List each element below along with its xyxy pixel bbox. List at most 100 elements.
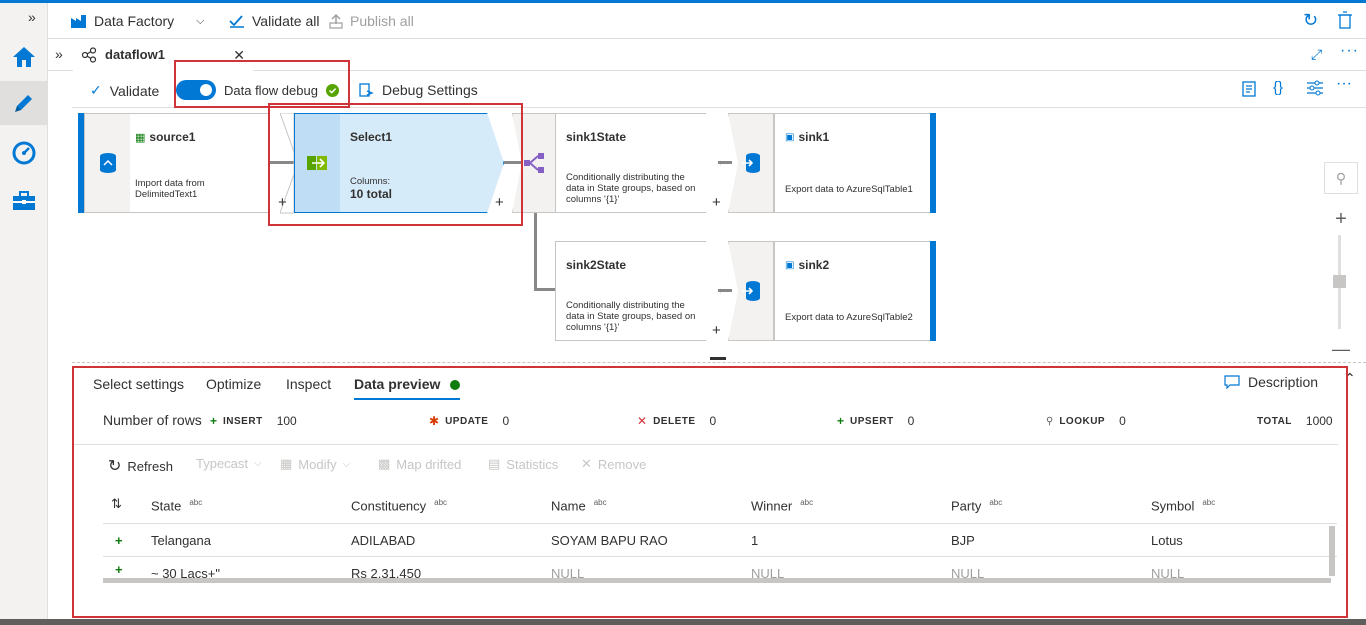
properties-icon[interactable]	[1306, 80, 1324, 99]
add-transform-icon[interactable]: +	[495, 194, 504, 211]
settings-panel: Select settings Optimize Inspect Data pr…	[72, 364, 1366, 625]
refresh-button[interactable]: ↻ Refresh	[108, 456, 173, 476]
node-columns-value: 10 total	[350, 187, 393, 201]
column-header-state[interactable]: State abc	[151, 498, 202, 513]
node-sink2state[interactable]: sink2State Conditionally distributing th…	[555, 241, 721, 341]
stat-delete: ✕ DELETE 0	[637, 414, 717, 428]
stat-update: ✱ UPDATE 0	[429, 414, 510, 428]
splitter-handle[interactable]	[710, 357, 726, 360]
debug-label: Data flow debug	[224, 82, 318, 98]
sort-arrows-icon[interactable]: ⇅	[111, 496, 122, 512]
nav-author[interactable]	[0, 81, 48, 125]
panel-splitter[interactable]	[72, 362, 1366, 363]
sink1-right-edge	[930, 113, 936, 213]
node-sink1state[interactable]: sink1State Conditionally distributing th…	[555, 113, 721, 213]
more-commands-icon[interactable]: ···	[1336, 75, 1352, 93]
close-icon[interactable]: ✕	[233, 47, 245, 64]
tab-data-preview[interactable]: Data preview	[354, 376, 461, 400]
node-description: Export data to AzureSqlTable2	[785, 312, 913, 323]
table-row[interactable]: + Telangana ADILABAD SOYAM BAPU RAO 1 BJ…	[103, 525, 1337, 557]
validate-all-label: Validate all	[252, 13, 320, 29]
node-sink1[interactable]: ▣ sink1 Export data to AzureSqlTable1	[774, 113, 934, 213]
sink-database-icon	[742, 281, 760, 301]
tab-optimize[interactable]: Optimize	[206, 376, 261, 392]
collapse-panel-icon[interactable]: »	[55, 46, 63, 62]
typecast-button[interactable]: Typecast ⌵	[196, 456, 262, 471]
debug-settings-button[interactable]: Debug Settings	[358, 82, 478, 98]
sql-table-icon: ▣	[785, 259, 795, 271]
factory-icon	[71, 15, 86, 28]
factory-toolbar: Data Factory ⌵ Validate all Publish all …	[48, 3, 1366, 39]
publish-all-button[interactable]: Publish all	[328, 13, 414, 29]
more-options-icon[interactable]: ···	[1340, 42, 1359, 60]
map-drifted-button[interactable]: ▩ Map drifted	[378, 456, 461, 472]
validate-all-button[interactable]: Validate all	[228, 13, 319, 29]
tab-select-settings[interactable]: Select settings	[93, 376, 184, 392]
sink1-icon-box	[728, 113, 774, 213]
cell: ADILABAD	[351, 533, 416, 548]
vertical-scrollbar[interactable]	[1329, 526, 1335, 576]
description-button[interactable]: Description	[1224, 374, 1318, 390]
script-icon[interactable]	[1241, 80, 1257, 101]
statistics-icon: ▤	[488, 456, 501, 471]
table-row[interactable]: + ~ 30 Lacs+" Rs 2,31,450 NULL NULL NULL…	[103, 558, 1337, 580]
data-factory-dropdown[interactable]: Data Factory ⌵	[70, 13, 204, 29]
nav-monitor[interactable]	[0, 131, 48, 175]
remove-button[interactable]: ✕ Remove	[581, 456, 646, 472]
toolbox-icon	[13, 191, 35, 210]
tab-inspect[interactable]: Inspect	[286, 376, 331, 392]
statistics-button[interactable]: ▤ Statistics	[488, 456, 558, 472]
collapse-panel-chevron-icon[interactable]: ⌃	[1344, 370, 1356, 387]
node-description: Export data to AzureSqlTable1	[785, 184, 913, 195]
insert-plus-icon: +	[210, 414, 218, 428]
refresh-icon[interactable]: ↻	[1303, 10, 1318, 31]
zoom-out-button[interactable]: —	[1324, 337, 1358, 361]
node-description: Conditionally distributing the data in S…	[566, 172, 696, 205]
column-header-constituency[interactable]: Constituency abc	[351, 498, 447, 513]
taskbar-strip	[0, 619, 1366, 625]
node-source1[interactable]: ▦ source1 Import data from DelimitedText…	[84, 113, 269, 213]
validate-button[interactable]: ✓ Validate	[90, 82, 159, 99]
nav-home[interactable]	[0, 35, 48, 79]
add-transform-icon[interactable]: +	[712, 194, 721, 211]
column-header-winner[interactable]: Winner abc	[751, 498, 813, 513]
sink2-title: sink2	[798, 258, 830, 272]
source-icon-box	[85, 114, 130, 212]
cell: 1	[751, 533, 759, 548]
upsert-icon: +	[837, 414, 845, 428]
nav-manage[interactable]	[0, 179, 48, 223]
data-flow-debug-toggle[interactable]: Data flow debug	[176, 80, 339, 100]
column-header-name[interactable]: Name abc	[551, 498, 607, 513]
column-header-party[interactable]: Party abc	[951, 498, 1002, 513]
stat-total: TOTAL 1000	[1257, 414, 1333, 428]
add-transform-icon[interactable]: +	[278, 194, 287, 211]
code-braces-icon[interactable]: {}	[1273, 79, 1283, 96]
row-insert-icon: +	[115, 562, 123, 577]
connector	[718, 289, 732, 292]
expand-icon[interactable]: ⤢	[1311, 46, 1322, 63]
expand-nav-icon[interactable]: »	[28, 9, 36, 25]
debug-settings-label: Debug Settings	[382, 82, 478, 98]
column-header-symbol[interactable]: Symbol abc	[1151, 498, 1215, 513]
node-select1[interactable]: Select1 Columns: 10 total	[294, 113, 504, 213]
description-label: Description	[1248, 374, 1319, 390]
home-icon	[13, 47, 35, 67]
add-transform-icon[interactable]: +	[712, 322, 721, 339]
cell: SOYAM BAPU RAO	[551, 533, 668, 548]
search-canvas-button[interactable]: ⚲	[1324, 162, 1358, 194]
sink2-right-edge	[930, 241, 936, 341]
zoom-slider-thumb[interactable]	[1333, 275, 1346, 288]
horizontal-scrollbar[interactable]	[103, 578, 1331, 583]
discard-icon[interactable]	[1338, 11, 1352, 32]
branch-connector	[534, 213, 537, 291]
tab-dataflow1[interactable]: dataflow1 ✕	[73, 40, 253, 71]
stat-lookup: ⚲ LOOKUP 0	[1046, 414, 1126, 428]
node-sink2[interactable]: ▣ sink2 Export data to AzureSqlTable2	[774, 241, 934, 341]
delimited-text-icon: ▦	[135, 131, 146, 144]
modify-button[interactable]: ▦ Modify ⌵	[280, 456, 350, 472]
number-of-rows-label: Number of rows	[103, 412, 202, 428]
zoom-in-button[interactable]: +	[1324, 203, 1358, 235]
debug-switch[interactable]	[176, 80, 216, 100]
dataflow-canvas[interactable]: ▦ source1 Import data from DelimitedText…	[72, 109, 1366, 363]
sql-table-icon: ▣	[785, 131, 795, 143]
